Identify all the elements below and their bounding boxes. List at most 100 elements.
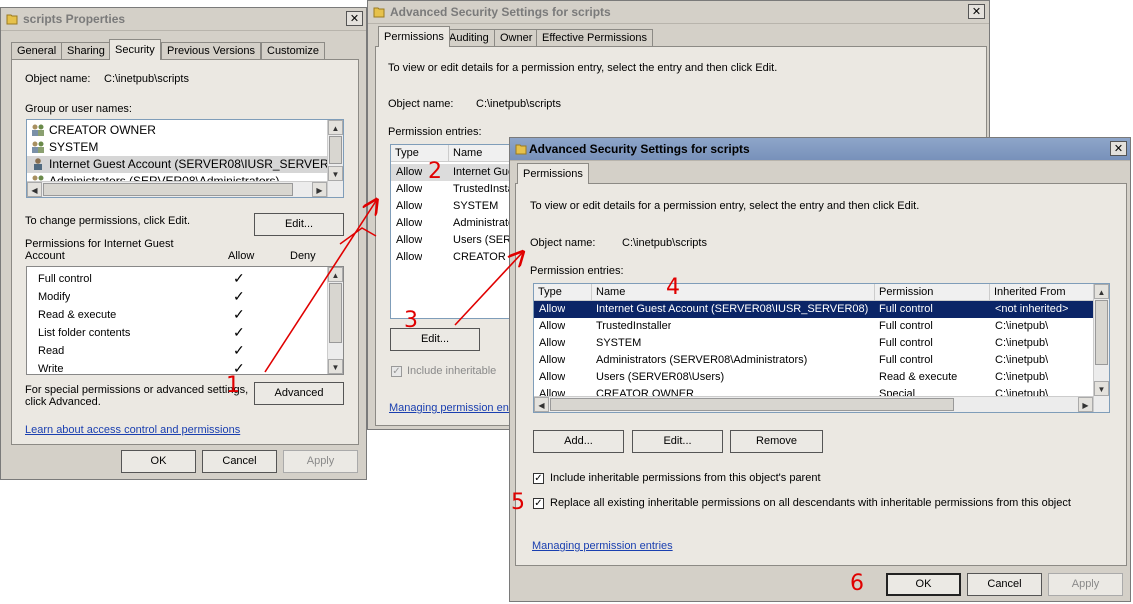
object-name-label: Object name: — [530, 237, 596, 249]
close-button[interactable]: ✕ — [968, 4, 985, 19]
vertical-scrollbar[interactable]: ▲ ▼ — [1093, 284, 1109, 412]
column-type[interactable]: Type — [534, 284, 592, 301]
title-bar[interactable]: Advanced Security Settings for scripts ✕ — [368, 1, 989, 24]
managing-permission-link[interactable]: Managing permission entr — [389, 402, 516, 414]
tab-permissions[interactable]: Permissions — [378, 26, 450, 47]
tab-auditing[interactable]: Auditing — [443, 29, 495, 46]
add-button[interactable]: Add... — [533, 430, 624, 453]
replace-permissions-label: Replace all existing inheritable permiss… — [550, 497, 1071, 509]
deny-header: Deny — [290, 250, 316, 262]
permissions-list[interactable]: Full control ✓ Modify ✓ Read & execute ✓ Li… — [26, 266, 344, 375]
title-bar[interactable]: scripts Properties ✕ — [1, 8, 366, 31]
remove-button[interactable]: Remove — [730, 430, 823, 453]
column-permission[interactable]: Permission — [875, 284, 990, 301]
intro-text: To view or edit details for a permission… — [530, 200, 920, 212]
scroll-up-icon[interactable]: ▲ — [1094, 284, 1109, 299]
learn-access-control-link[interactable]: Learn about access control and permissio… — [25, 424, 240, 436]
list-item[interactable]: CREATOR OWNER — [27, 122, 327, 139]
table-row[interactable]: Allow TrustedInstaller Full control C:\i… — [534, 318, 1095, 335]
horizontal-scrollbar[interactable]: ◀ ▶ — [534, 396, 1093, 412]
scripts-properties-window: scripts Properties ✕ General Sharing Sec… — [0, 7, 367, 480]
step-2-label: 2 — [428, 159, 442, 184]
scroll-thumb[interactable] — [329, 136, 342, 164]
list-item-selected[interactable]: Internet Guest Account (SERVER08\IUSR_SE… — [27, 156, 343, 173]
allow-check-icon: ✓ — [233, 288, 245, 304]
permission-entries-table[interactable]: Type Name Permission Inherited From Allo… — [533, 283, 1110, 413]
tab-effective-permissions[interactable]: Effective Permissions — [536, 29, 653, 46]
column-name[interactable]: Name — [592, 284, 875, 301]
include-inheritable-label: Include inheritable — [407, 365, 497, 377]
object-name-value: C:\inetpub\scripts — [476, 98, 561, 110]
window-title: Advanced Security Settings for scripts — [529, 142, 750, 156]
object-name-label: Object name: — [25, 73, 91, 85]
entries-label: Permission entries: — [530, 265, 624, 277]
folder-icon — [515, 144, 527, 155]
tab-sharing[interactable]: Sharing — [61, 42, 111, 59]
tab-customize[interactable]: Customize — [261, 42, 325, 59]
step-1-label: 1 — [226, 373, 240, 398]
cancel-button[interactable]: Cancel — [202, 450, 277, 473]
list-item: Write ✓ — [38, 360, 245, 375]
close-button[interactable]: ✕ — [1110, 141, 1127, 156]
tab-general[interactable]: General — [11, 42, 63, 59]
edit-button[interactable]: Edit... — [254, 213, 344, 236]
scroll-up-icon[interactable]: ▲ — [328, 120, 343, 135]
scroll-thumb[interactable] — [329, 283, 342, 343]
scroll-right-icon[interactable]: ▶ — [1078, 397, 1093, 412]
list-item[interactable]: SYSTEM — [27, 139, 327, 156]
advanced-button[interactable]: Advanced — [254, 382, 344, 405]
tab-security[interactable]: Security — [109, 39, 161, 60]
table-row[interactable]: Allow SYSTEM Full control C:\inetpub\ — [534, 335, 1095, 352]
close-button[interactable]: ✕ — [346, 11, 363, 26]
replace-permissions-checkbox[interactable]: ✓ — [533, 498, 544, 509]
edit-button[interactable]: Edit... — [632, 430, 723, 453]
tab-owner[interactable]: Owner — [494, 29, 539, 46]
intro-text: To view or edit details for a permission… — [388, 62, 778, 74]
horizontal-scrollbar[interactable]: ◀ ▶ — [27, 181, 327, 197]
allow-check-icon: ✓ — [233, 270, 245, 286]
tab-permissions[interactable]: Permissions — [517, 163, 589, 184]
scroll-thumb[interactable] — [550, 398, 954, 411]
list-item: Read & execute ✓ — [38, 306, 245, 322]
allow-header: Allow — [228, 250, 255, 262]
allow-check-icon: ✓ — [233, 324, 245, 340]
folder-icon — [6, 14, 18, 25]
step-6-label: 6 — [850, 571, 864, 596]
change-text: To change permissions, click Edit. — [25, 215, 191, 227]
include-inheritable-checkbox[interactable]: ✓ — [391, 366, 402, 377]
ok-button[interactable]: OK — [121, 450, 196, 473]
column-inherited-from[interactable]: Inherited From — [990, 284, 1095, 301]
vertical-scrollbar[interactable]: ▲ ▼ — [327, 267, 343, 374]
scroll-left-icon[interactable]: ◀ — [534, 397, 549, 412]
scroll-left-icon[interactable]: ◀ — [27, 182, 42, 197]
scroll-up-icon[interactable]: ▲ — [328, 267, 343, 282]
allow-check-icon: ✓ — [233, 342, 245, 358]
vertical-scrollbar[interactable]: ▲ ▼ — [327, 120, 343, 197]
permissions-for-label: Permissions for Internet Guest — [25, 238, 174, 250]
list-item: Modify ✓ — [38, 288, 245, 304]
apply-button[interactable]: Apply — [1048, 573, 1123, 596]
managing-permission-link[interactable]: Managing permission entries — [532, 540, 673, 552]
include-inheritable-checkbox[interactable]: ✓ — [533, 473, 544, 484]
window-title: Advanced Security Settings for scripts — [390, 5, 611, 19]
allow-check-icon: ✓ — [233, 306, 245, 322]
list-item: List folder contents ✓ — [38, 324, 245, 340]
group-list[interactable]: CREATOR OWNER SYSTEM Internet Guest Acco… — [26, 119, 344, 198]
special-permissions-text: For special permissions or advanced sett… — [25, 384, 249, 396]
title-bar[interactable]: Advanced Security Settings for scripts ✕ — [510, 138, 1130, 161]
scroll-right-icon[interactable]: ▶ — [312, 182, 327, 197]
apply-button[interactable]: Apply — [283, 450, 358, 473]
table-row[interactable]: Allow Internet Guest Account (SERVER08\I… — [534, 301, 1095, 318]
object-name-label: Object name: — [388, 98, 454, 110]
table-row[interactable]: Allow Administrators (SERVER08\Administr… — [534, 352, 1095, 369]
scroll-down-icon[interactable]: ▼ — [328, 359, 343, 374]
scroll-down-icon[interactable]: ▼ — [328, 166, 343, 181]
ok-button[interactable]: OK — [886, 573, 961, 596]
cancel-button[interactable]: Cancel — [967, 573, 1042, 596]
step-5-label: 5 — [511, 490, 525, 515]
scroll-thumb[interactable] — [43, 183, 293, 196]
scroll-down-icon[interactable]: ▼ — [1094, 381, 1109, 396]
scroll-thumb[interactable] — [1095, 300, 1108, 365]
table-row[interactable]: Allow Users (SERVER08\Users) Read & exec… — [534, 369, 1095, 386]
tab-previous-versions[interactable]: Previous Versions — [161, 42, 262, 59]
